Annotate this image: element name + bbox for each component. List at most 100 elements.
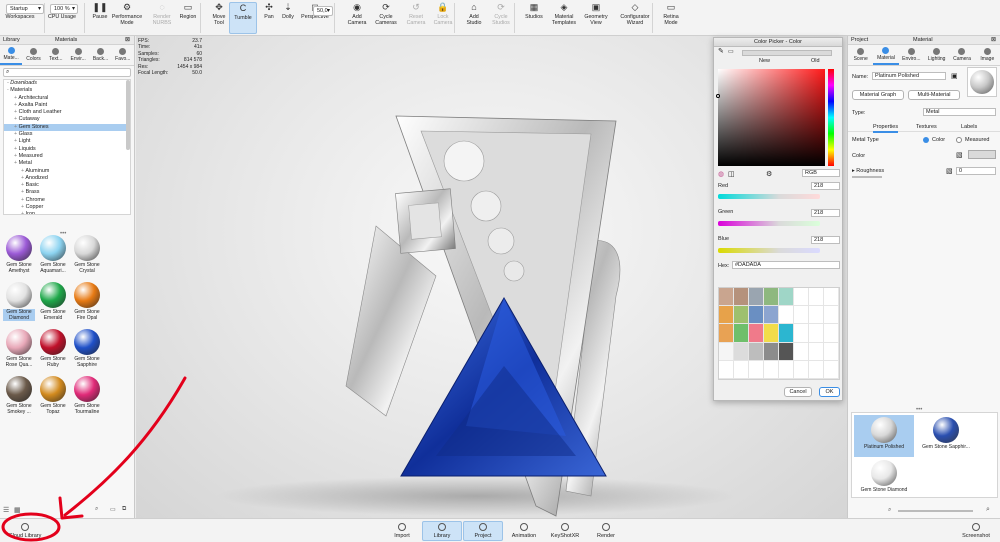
- library-tab-2[interactable]: Text...: [45, 45, 67, 65]
- tree-item[interactable]: + Cloth and Leather: [4, 109, 130, 116]
- color-swatch[interactable]: [779, 360, 794, 379]
- color-swatch[interactable]: [719, 306, 734, 325]
- zoom-out-icon[interactable]: ⌕: [888, 507, 891, 514]
- color-swatch[interactable]: [764, 342, 779, 361]
- color-swatch[interactable]: [764, 288, 779, 307]
- project-tab-4[interactable]: Camera: [949, 45, 974, 65]
- material-type-dropdown[interactable]: Metal: [923, 108, 996, 116]
- color-swatch[interactable]: [734, 342, 749, 361]
- library-tab-0[interactable]: Mate...: [0, 45, 23, 65]
- color-swatch[interactable]: [809, 360, 824, 379]
- library-tab-4[interactable]: Back...: [89, 45, 111, 65]
- tree-item[interactable]: + Basic: [4, 182, 130, 189]
- material-thumbnail[interactable]: Gem Stone Rose Qua...: [3, 329, 35, 373]
- color-swatch[interactable]: [719, 360, 734, 379]
- color-swatch[interactable]: [794, 306, 809, 325]
- color-swatch[interactable]: [749, 306, 764, 325]
- color-swatch[interactable]: [749, 288, 764, 307]
- render-button[interactable]: Render: [586, 521, 626, 541]
- scene-material-thumbnail[interactable]: Platinum Polished: [854, 415, 914, 457]
- zoom-in-icon[interactable]: ⌕: [986, 506, 990, 514]
- toolbar-geometry-view-button[interactable]: ▣ Geometry View: [582, 2, 610, 34]
- color-swatch[interactable]: [824, 360, 839, 379]
- project-header-tab[interactable]: Project: [851, 37, 868, 43]
- blue-value-input[interactable]: 218: [811, 236, 840, 244]
- library-tab-5[interactable]: Favo...: [112, 45, 134, 65]
- color-swatch[interactable]: [794, 288, 809, 307]
- red-value-input[interactable]: 218: [811, 182, 840, 190]
- toolbar-performance-button[interactable]: ⚙ Performance Mode: [110, 2, 144, 34]
- toolbar-retina-button[interactable]: ▭ Retina Mode: [657, 2, 685, 34]
- material-graph-button[interactable]: Material Graph: [852, 90, 904, 100]
- toolbar-workspaces-button[interactable]: ▦Workspaces: [5, 2, 34, 34]
- color-swatch[interactable]: [764, 306, 779, 325]
- texture-icon[interactable]: ▧: [956, 151, 963, 159]
- tree-item[interactable]: + Light: [4, 138, 130, 145]
- library-tab-3[interactable]: Envir...: [67, 45, 89, 65]
- thumbnail-size-slider[interactable]: [898, 510, 973, 512]
- tree-item[interactable]: + Glass: [4, 131, 130, 138]
- project-tab-0[interactable]: Scene: [848, 45, 873, 65]
- color-swatch[interactable]: [824, 288, 839, 307]
- green-slider[interactable]: [718, 221, 820, 226]
- toolbar-studios-button[interactable]: ▦ Studios: [520, 2, 548, 34]
- save-material-icon[interactable]: ▣: [951, 72, 958, 80]
- color-mode-dropdown[interactable]: RGB: [802, 169, 840, 177]
- toolbar-tumble-button[interactable]: C Tumble: [229, 2, 257, 34]
- tree-item[interactable]: - Materials: [4, 87, 130, 94]
- tree-item[interactable]: + Copper: [4, 204, 130, 211]
- close-panel-icon[interactable]: ⊠: [991, 36, 996, 45]
- tree-item[interactable]: + Brass: [4, 189, 130, 196]
- scene-material-thumbnail[interactable]: Gem Stone Sapphir...: [916, 415, 976, 457]
- material-header-tab[interactable]: Material: [913, 36, 933, 45]
- color-cursor[interactable]: [716, 94, 720, 98]
- color-swatch[interactable]: [734, 288, 749, 307]
- toolbar-cycle-cameras-button[interactable]: ⟳ Cycle Cameras: [372, 2, 400, 34]
- toolbar-region-button[interactable]: ▭ Region: [174, 2, 202, 34]
- color-swatch[interactable]: [779, 342, 794, 361]
- perspective-value-input[interactable]: 50,0: [313, 6, 333, 16]
- color-swatch[interactable]: [779, 324, 794, 343]
- toolbar-cpu-button[interactable]: ▤CPU Usage: [48, 2, 76, 34]
- toolbar-add-studio-button[interactable]: ⌂ Add Studio: [460, 2, 488, 34]
- material-name-input[interactable]: Platinum Polished: [872, 72, 946, 80]
- project-tab-5[interactable]: Image: [975, 45, 1000, 65]
- color-swatch[interactable]: [764, 360, 779, 379]
- library-header-tab[interactable]: Library: [3, 37, 20, 43]
- color-swatch[interactable]: [779, 306, 794, 325]
- settings-gear-icon[interactable]: ⚙: [766, 170, 772, 178]
- swatch-icon[interactable]: ◫: [728, 170, 735, 178]
- green-value-input[interactable]: 218: [811, 209, 840, 217]
- color-swatch[interactable]: [794, 360, 809, 379]
- cancel-button[interactable]: Cancel: [784, 387, 812, 397]
- toolbar-configurator-button[interactable]: ◇ Configurator Wizard: [615, 2, 655, 34]
- tab-labels[interactable]: Labels: [961, 124, 977, 130]
- tree-item[interactable]: + Architectural: [4, 95, 130, 102]
- material-thumbnail[interactable]: Gem Stone Sapphire: [71, 329, 103, 373]
- roughness-texture-icon[interactable]: ▧: [946, 167, 953, 175]
- toolbar-dolly-button[interactable]: ⇣ Dolly: [274, 2, 302, 34]
- color-swatch[interactable]: [719, 288, 734, 307]
- color-swatch[interactable]: [749, 360, 764, 379]
- tree-item[interactable]: + Anodized: [4, 175, 130, 182]
- tree-item[interactable]: + Aluminum: [4, 168, 130, 175]
- blue-slider[interactable]: [718, 248, 820, 253]
- material-thumbnail[interactable]: Gem Stone Crystal: [71, 235, 103, 279]
- saturation-value-field[interactable]: [718, 69, 825, 166]
- color-swatch[interactable]: [734, 306, 749, 325]
- color-radio[interactable]: [923, 137, 929, 143]
- toolbar-reset-camera-button[interactable]: ↺ Reset Camera: [402, 2, 430, 34]
- color-swatch[interactable]: [719, 342, 734, 361]
- toolbar-add-camera-button[interactable]: ◉ Add Camera: [343, 2, 371, 34]
- color-swatch[interactable]: [809, 306, 824, 325]
- tree-scrollbar[interactable]: [126, 80, 130, 150]
- color-swatch[interactable]: [749, 342, 764, 361]
- toolbar-nurbs-button[interactable]: ◌ Render NURBS: [148, 2, 176, 34]
- color-swatch[interactable]: [734, 324, 749, 343]
- library-search-input[interactable]: ⌕: [3, 68, 131, 77]
- animation-button[interactable]: Animation: [504, 521, 544, 541]
- hex-input[interactable]: #DADADA: [732, 261, 840, 269]
- material-thumbnail[interactable]: Gem Stone Ruby: [37, 329, 69, 373]
- tree-item[interactable]: + Chrome: [4, 197, 130, 204]
- color-swatch[interactable]: [968, 150, 996, 159]
